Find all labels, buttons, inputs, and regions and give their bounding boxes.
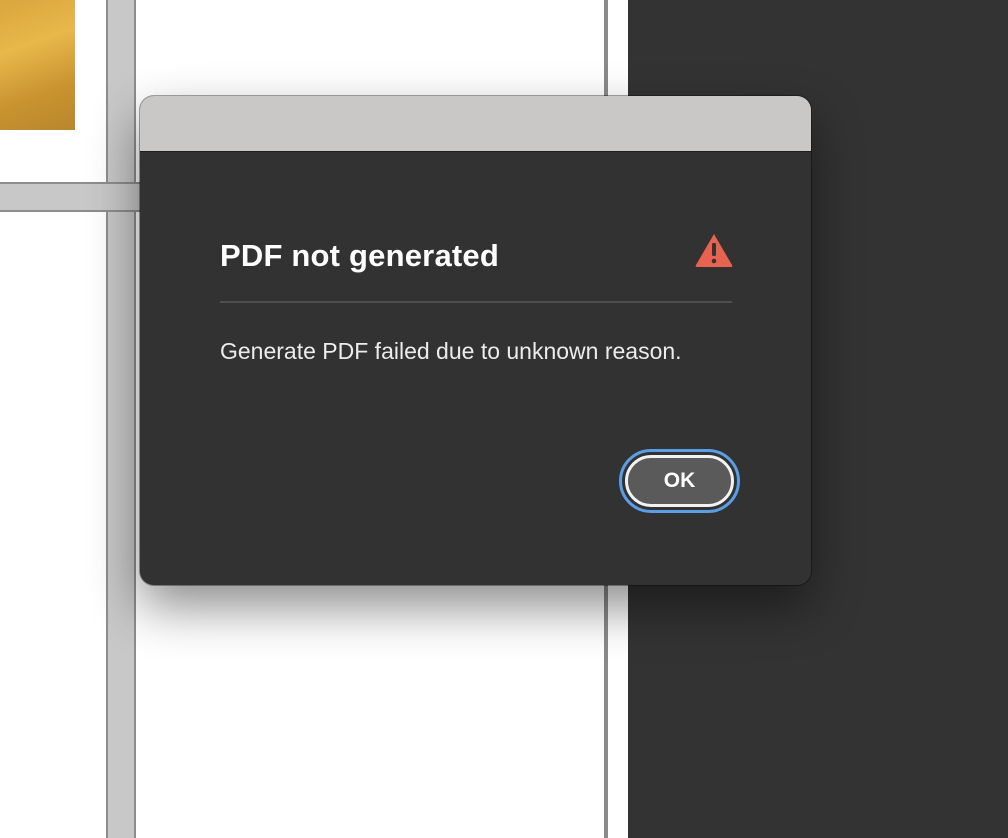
ok-button[interactable]: OK <box>625 455 734 507</box>
dialog-title: PDF not generated <box>220 238 499 273</box>
dialog-titlebar[interactable] <box>140 96 811 152</box>
dialog-body <box>140 152 811 585</box>
row-gutter <box>0 182 140 212</box>
dialog-message: Generate PDF failed due to unknown reaso… <box>220 338 682 364</box>
column-gutter <box>106 0 136 838</box>
alert-dialog: PDF not generated Generate PDF failed du… <box>140 96 811 585</box>
warning-icon <box>695 234 733 267</box>
placed-image[interactable] <box>0 0 75 130</box>
app-window: PDF not generated Generate PDF failed du… <box>0 0 1008 838</box>
dialog-divider <box>220 301 732 303</box>
